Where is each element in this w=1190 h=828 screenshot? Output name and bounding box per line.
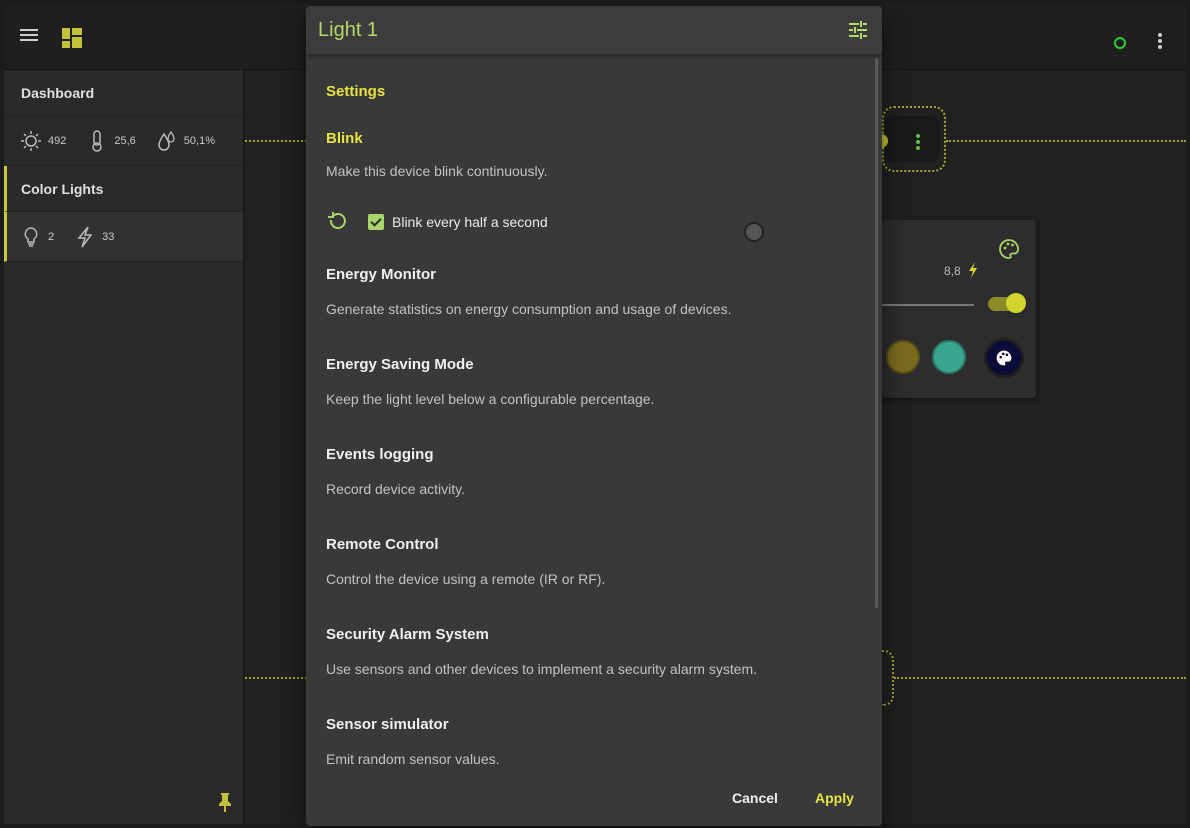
color-swatch[interactable] xyxy=(886,340,920,374)
plugin-name: Remote Control xyxy=(326,536,439,553)
device-card[interactable] xyxy=(880,106,946,172)
power-toggle[interactable] xyxy=(988,293,1026,313)
plugin-description: Generate statistics on energy consumptio… xyxy=(326,301,732,317)
stat-value: 33 xyxy=(102,230,115,243)
sidebar-stats-dashboard: 492 25,6 50,1% xyxy=(4,116,243,166)
group-border xyxy=(946,140,1186,142)
dialog-scrollbar[interactable] xyxy=(875,58,878,608)
device-card xyxy=(882,650,894,706)
dialog-actions: Cancel Apply xyxy=(306,776,882,822)
stat-lights-on: 2 xyxy=(20,226,54,248)
dialog-title: Light 1 xyxy=(318,19,379,41)
sidebar-item-label: Color Lights xyxy=(21,180,104,197)
stat-light-level: 492 xyxy=(20,130,66,152)
plugin-description: Record device activity. xyxy=(326,481,466,497)
pin-icon[interactable] xyxy=(216,792,234,812)
plugin-remote-control[interactable]: Remote Control Control the device using … xyxy=(326,536,846,587)
dashboard-grid-icon[interactable] xyxy=(62,28,82,48)
custom-color-button[interactable] xyxy=(984,338,1024,378)
cancel-button[interactable]: Cancel xyxy=(732,790,778,806)
plugin-energy-monitor[interactable]: Energy Monitor Generate statistics on en… xyxy=(326,266,846,317)
connection-status-icon xyxy=(1114,37,1126,49)
stat-value: 50,1% xyxy=(183,134,215,147)
plugin-sensor-simulator[interactable]: Sensor simulator Emit random sensor valu… xyxy=(326,716,846,767)
bolt-icon xyxy=(969,262,977,278)
lightbulb-icon xyxy=(24,226,38,247)
more-vert-icon[interactable] xyxy=(1152,31,1168,55)
plugin-name: Energy Saving Mode xyxy=(326,356,474,373)
tune-icon[interactable] xyxy=(848,20,868,40)
more-vert-icon[interactable] xyxy=(916,132,920,152)
plugin-blink: Blink Make this device blink continuousl… xyxy=(326,130,846,179)
sidebar: Dashboard 492 25,6 50,1% Color Lights 2 … xyxy=(4,70,244,824)
plugin-name: Energy Monitor xyxy=(326,266,437,283)
palette-icon[interactable] xyxy=(998,238,1020,260)
brightness-slider[interactable] xyxy=(882,304,974,306)
plugin-name[interactable]: Blink xyxy=(326,130,846,147)
hamburger-menu-icon[interactable] xyxy=(20,26,44,50)
group-border xyxy=(245,677,307,679)
plugin-description: Make this device blink continuously. xyxy=(326,163,548,179)
mouse-cursor xyxy=(744,222,764,242)
reset-icon[interactable] xyxy=(326,211,348,233)
blink-checkbox[interactable] xyxy=(368,214,384,230)
dialog-header: Light 1 xyxy=(306,6,882,54)
stat-value: 492 xyxy=(48,134,67,147)
plugin-security-alarm-system[interactable]: Security Alarm System Use sensors and ot… xyxy=(326,626,846,677)
sidebar-item-dashboard[interactable]: Dashboard xyxy=(4,70,243,116)
stat-temperature: 25,6 xyxy=(86,129,136,152)
plugin-name: Security Alarm System xyxy=(326,626,489,643)
sun-icon xyxy=(21,130,41,151)
stat-power: 33 xyxy=(74,226,114,248)
blink-option-row: Blink every half a second xyxy=(326,211,548,233)
power-bolt-icon xyxy=(77,226,93,247)
device-settings-dialog: Light 1 Settings Blink Make this device … xyxy=(306,6,882,826)
power-value: 8,8 xyxy=(944,264,961,278)
stat-humidity: 50,1% xyxy=(156,130,215,152)
plugin-name: Sensor simulator xyxy=(326,716,449,733)
group-border xyxy=(245,140,307,142)
plugin-description: Emit random sensor values. xyxy=(326,751,500,767)
stat-value: 25,6 xyxy=(114,134,136,147)
sidebar-item-color-lights[interactable]: Color Lights xyxy=(4,166,243,212)
humidity-icon xyxy=(158,130,175,151)
light-card: 8,8 xyxy=(882,220,1036,398)
thermometer-icon xyxy=(92,129,103,152)
plugin-energy-saving-mode[interactable]: Energy Saving Mode Keep the light level … xyxy=(326,356,846,407)
stat-value: 2 xyxy=(48,230,55,243)
plugin-events-logging[interactable]: Events logging Record device activity. xyxy=(326,446,846,497)
settings-heading: Settings xyxy=(326,83,386,100)
palette-icon xyxy=(996,350,1012,366)
apply-button[interactable]: Apply xyxy=(815,790,854,806)
color-swatch[interactable] xyxy=(932,340,966,374)
group-border xyxy=(894,677,1186,679)
sidebar-item-label: Dashboard xyxy=(21,84,95,101)
plugin-description: Control the device using a remote (IR or… xyxy=(326,571,606,587)
plugin-description: Use sensors and other devices to impleme… xyxy=(326,661,758,677)
sidebar-stats-color-lights: 2 33 xyxy=(4,212,243,262)
plugin-name: Events logging xyxy=(326,446,434,463)
plugin-description: Keep the light level below a configurabl… xyxy=(326,391,655,407)
blink-checkbox-label[interactable]: Blink every half a second xyxy=(392,214,548,230)
